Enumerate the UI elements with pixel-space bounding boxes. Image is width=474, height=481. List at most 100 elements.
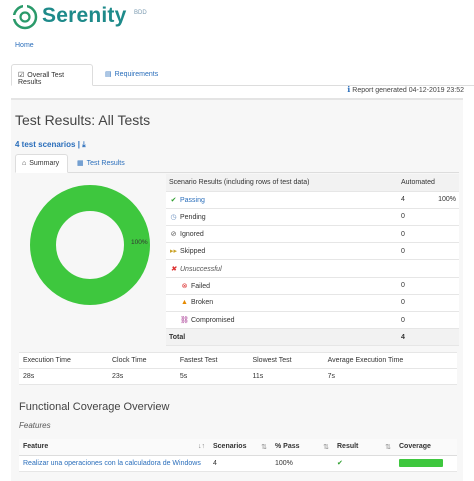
report-generated: ℹ Report generated 04-12-2019 23:52	[347, 85, 464, 94]
result-count-compromised: 0	[398, 311, 428, 330]
result-count-skipped: 0	[398, 242, 428, 261]
check-circle-icon: ✔	[170, 196, 177, 204]
stat-value-fastest: 5s	[175, 368, 249, 385]
tab-requirements-label: Requirements	[114, 71, 159, 78]
tab-requirements[interactable]: ▤ Requirements	[99, 64, 171, 86]
book-icon: ▤	[105, 71, 112, 78]
result-row-compromised: ⛓ Compromised 0	[166, 311, 459, 330]
sort-icon[interactable]: ⇅	[385, 443, 391, 451]
warning-icon: ▲	[181, 299, 188, 307]
breadcrumb-home[interactable]: Home	[15, 42, 34, 49]
col-feature[interactable]: Feature ↓↑	[19, 439, 209, 456]
result-label-passing[interactable]: Passing	[180, 197, 205, 204]
result-row-total: Total 4	[166, 328, 459, 347]
col-scenarios-label: Scenarios	[213, 442, 247, 450]
tab-overall-test-results[interactable]: ☑ Overall Test Results	[11, 64, 93, 86]
scenario-count-text: 4 test scenarios	[15, 140, 76, 149]
features-table: Feature ↓↑ Scenarios ⇅ % Pass ⇅ Result ⇅ Cov…	[19, 439, 457, 472]
app-header: Serenity BDD	[0, 0, 474, 34]
result-label-pending: Pending	[180, 213, 206, 221]
results-header-row: Scenario Results (including rows of test…	[166, 174, 459, 192]
result-label-ignored: Ignored	[180, 231, 204, 239]
col-coverage-label: Coverage	[399, 443, 431, 451]
chart-icon: ▦	[77, 160, 84, 167]
stat-value-slowest: 11s	[248, 368, 324, 385]
features-header-row: Feature ↓↑ Scenarios ⇅ % Pass ⇅ Result ⇅ Cov…	[19, 439, 457, 456]
donut-slice-passing	[30, 185, 150, 305]
features-title: Features	[19, 421, 51, 430]
stat-header-fastest: Fastest Test	[175, 352, 249, 369]
tab-overall-label: Overall Test Results	[18, 72, 65, 86]
tab-test-results[interactable]: ▦ Test Results	[71, 154, 135, 173]
col-scenarios[interactable]: Scenarios ⇅	[209, 439, 271, 456]
stat-value-execution-time: 28s	[19, 368, 108, 385]
result-count-pending: 0	[398, 208, 428, 227]
result-label-broken: Broken	[191, 299, 214, 307]
brand-name: Serenity	[42, 4, 127, 27]
feature-coverage	[395, 455, 457, 472]
result-label-skipped: Skipped	[180, 248, 206, 256]
stat-header-clock-time: Clock Time	[107, 352, 176, 369]
result-count-ignored: 0	[398, 225, 428, 244]
col-result[interactable]: Result ⇅	[333, 439, 395, 456]
result-pct-passing: 100%	[428, 191, 459, 209]
execution-stats-table: Execution Time Clock Time Fastest Test S…	[19, 352, 457, 385]
feature-scenarios: 4	[209, 455, 271, 472]
sort-icon[interactable]: ⇅	[323, 443, 329, 451]
sub-tabs: ⌂ Summary ▦ Test Results	[15, 154, 459, 173]
info-icon: ℹ	[347, 85, 351, 94]
result-row-failed: ⊗ Failed 0	[166, 277, 459, 295]
stats-value-row: 28s 23s 5s 11s 7s	[19, 368, 457, 385]
ban-icon: ⊘	[170, 231, 177, 239]
feature-result: ✔	[333, 455, 395, 472]
results-header-label: Scenario Results (including rows of test…	[166, 174, 398, 192]
stat-value-clock-time: 23s	[107, 368, 176, 385]
result-count-total: 4	[398, 328, 428, 347]
result-label-total: Total	[166, 328, 398, 347]
result-row-skipped: ▸▸ Skipped 0	[166, 242, 459, 261]
check-circle-icon: ✔	[337, 460, 343, 467]
col-feature-label: Feature	[23, 443, 49, 451]
result-row-passing[interactable]: ✔ Passing 4 100%	[166, 191, 459, 209]
stat-header-average: Average Execution Time	[323, 352, 457, 369]
clock-icon: ◷	[170, 213, 177, 221]
sort-alpha-icon[interactable]: ↓↑	[198, 443, 205, 450]
results-header-col: Automated	[398, 174, 459, 192]
result-row-pending: ◷ Pending 0	[166, 208, 459, 227]
scenario-results-table: Scenario Results (including rows of test…	[166, 174, 459, 347]
home-icon: ⌂	[22, 160, 27, 167]
results-panel: Test Results: All Tests 4 test scenarios…	[11, 98, 463, 481]
tab-summary[interactable]: ⌂ Summary	[15, 154, 68, 173]
functional-coverage-title: Functional Coverage Overview	[19, 401, 170, 413]
tab-test-results-label: Test Results	[86, 160, 125, 167]
times-icon: ✖	[170, 265, 177, 273]
stat-header-execution-time: Execution Time	[19, 352, 108, 369]
times-circle-icon: ⊗	[181, 282, 188, 290]
result-count-failed: 0	[398, 277, 428, 295]
col-coverage[interactable]: Coverage	[395, 439, 457, 456]
stat-value-average: 7s	[323, 368, 457, 385]
sort-icon[interactable]: ⇅	[261, 443, 267, 451]
feature-row: Realizar una operaciones con la calculad…	[19, 455, 457, 472]
scenario-count-link[interactable]: 4 test scenarios | ⤓	[15, 140, 86, 150]
col-result-label: Result	[337, 442, 359, 450]
stat-header-slowest: Slowest Test	[248, 352, 324, 369]
checkbox-icon: ☑	[18, 72, 25, 79]
report-generated-text: Report generated 04-12-2019 23:52	[352, 87, 464, 94]
download-icon[interactable]: ⤓	[82, 140, 86, 149]
col-pass-label: % Pass	[275, 442, 300, 450]
result-count-passing: 4	[398, 191, 428, 209]
result-row-unsuccessful: ✖ Unsuccessful	[166, 259, 459, 278]
col-pass[interactable]: % Pass ⇅	[271, 439, 333, 456]
chain-broken-icon: ⛓	[180, 317, 189, 325]
top-tabs: ☑ Overall Test Results ▤ Requirements	[11, 64, 474, 86]
donut-value-label: 100%	[131, 239, 148, 246]
brand-suffix: BDD	[134, 10, 147, 16]
result-row-broken: ▲ Broken 0	[166, 294, 459, 313]
result-label-compromised: Compromised	[191, 317, 235, 325]
tab-summary-label: Summary	[29, 160, 60, 167]
result-label-unsuccessful: Unsuccessful	[180, 265, 222, 273]
feature-name-link[interactable]: Realizar una operaciones con la calculad…	[19, 455, 209, 472]
page-title: Test Results: All Tests	[15, 112, 151, 128]
result-count-broken: 0	[398, 294, 428, 313]
